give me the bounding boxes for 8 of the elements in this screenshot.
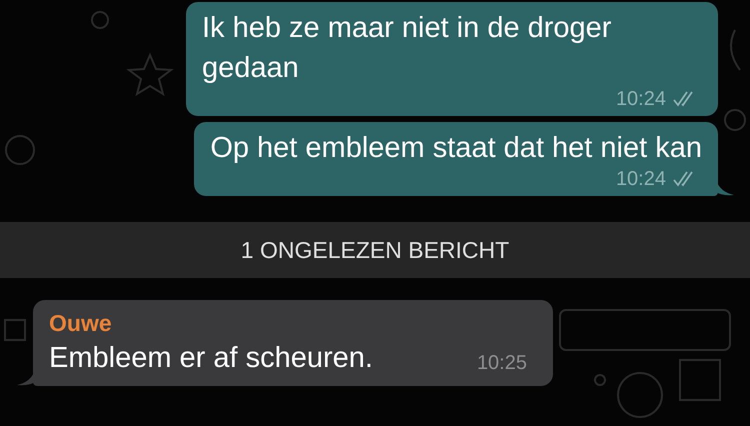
- message-text: Embleem er af scheuren.: [49, 341, 374, 376]
- unread-label: 1 ONGELEZEN BERICHT: [240, 236, 510, 264]
- message-time: 10:24: [616, 88, 666, 110]
- message-text: Ik heb ze maar niet in de droger gedaan: [202, 11, 612, 86]
- sender-name: Ouwe: [49, 309, 113, 338]
- message-time: 10:25: [476, 352, 527, 374]
- message-time: 10:24: [616, 168, 666, 190]
- message-text: Op het embleem staat dat het niet kan: [210, 131, 702, 166]
